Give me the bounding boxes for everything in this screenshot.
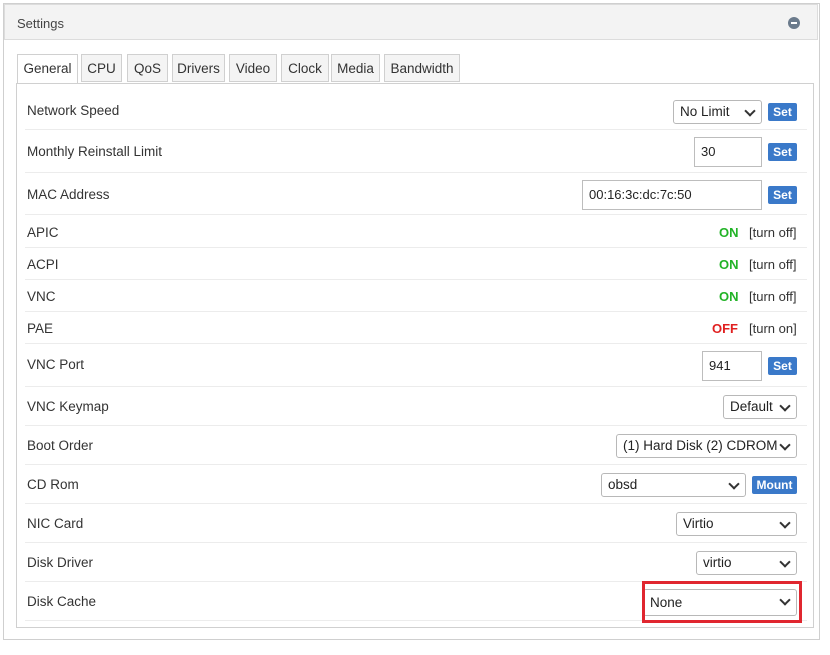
row-vnc: VNC ON [turn off] [25, 280, 807, 312]
pae-label: PAE [27, 321, 54, 336]
vnc-keymap-label: VNC Keymap [27, 399, 109, 414]
row-mac-address: MAC Address 00:16:3c:dc:7c:50 Set [25, 173, 807, 215]
chevron-down-icon [779, 594, 791, 606]
boot-order-select[interactable]: (1) Hard Disk (2) CDROM [616, 434, 797, 458]
chevron-down-icon [779, 400, 791, 412]
disk-cache-select[interactable]: None [643, 589, 797, 616]
cd-rom-value: obsd [608, 477, 638, 492]
pae-toggle-link[interactable]: [turn on] [749, 321, 797, 336]
vnc-toggle-link[interactable]: [turn off] [749, 289, 796, 304]
row-vnc-keymap: VNC Keymap Default [25, 387, 807, 426]
vnc-label: VNC [27, 289, 56, 304]
reinstall-limit-label: Monthly Reinstall Limit [27, 144, 163, 159]
chevron-down-icon [779, 517, 791, 529]
settings-content: Network Speed No Limit Set Monthly Reins… [16, 83, 814, 628]
network-speed-value: No Limit [680, 104, 730, 119]
acpi-toggle-link[interactable]: [turn off] [749, 257, 796, 272]
network-speed-select[interactable]: No Limit [673, 100, 762, 124]
boot-order-value: (1) Hard Disk (2) CDROM [623, 438, 778, 453]
row-cd-rom: CD Rom obsd Mount [25, 465, 807, 504]
disk-driver-value: virtio [703, 555, 732, 570]
disk-cache-label: Disk Cache [27, 594, 97, 609]
row-disk-cache: Disk Cache None [25, 582, 807, 621]
boot-order-label: Boot Order [27, 438, 94, 453]
tab-cpu[interactable]: CPU [81, 54, 122, 82]
apic-toggle-link[interactable]: [turn off] [749, 225, 796, 240]
vnc-port-set-button[interactable]: Set [768, 357, 797, 375]
chevron-down-icon [779, 556, 791, 568]
apic-label: APIC [27, 225, 59, 240]
row-acpi: ACPI ON [turn off] [25, 248, 807, 280]
acpi-label: ACPI [27, 257, 59, 272]
apic-status: ON [719, 225, 739, 240]
panel-title: Settings [17, 16, 64, 31]
row-apic: APIC ON [turn off] [25, 215, 807, 248]
vnc-keymap-value: Default [730, 399, 773, 414]
tab-clock[interactable]: Clock [281, 54, 329, 82]
mac-address-set-button[interactable]: Set [768, 186, 797, 204]
cd-rom-mount-button[interactable]: Mount [752, 476, 797, 494]
mac-address-label: MAC Address [27, 187, 110, 202]
cd-rom-label: CD Rom [27, 477, 79, 492]
tab-general[interactable]: General [17, 54, 78, 84]
disk-cache-value: None [650, 595, 683, 610]
tab-drivers[interactable]: Drivers [172, 54, 225, 82]
reinstall-limit-set-button[interactable]: Set [768, 143, 797, 161]
tab-bandwidth[interactable]: Bandwidth [384, 54, 460, 82]
chevron-down-icon [744, 105, 756, 117]
pae-status: OFF [712, 321, 738, 336]
nic-card-select[interactable]: Virtio [676, 512, 797, 536]
tab-qos[interactable]: QoS [127, 54, 168, 82]
vnc-status: ON [719, 289, 739, 304]
network-speed-label: Network Speed [27, 103, 120, 118]
row-disk-driver: Disk Driver virtio [25, 543, 807, 582]
row-boot-order: Boot Order (1) Hard Disk (2) CDROM [25, 426, 807, 465]
disk-driver-select[interactable]: virtio [696, 551, 797, 575]
network-speed-set-button[interactable]: Set [768, 103, 797, 121]
chevron-down-icon [728, 478, 740, 490]
tab-media[interactable]: Media [331, 54, 380, 82]
vnc-keymap-select[interactable]: Default [723, 395, 797, 419]
reinstall-limit-input[interactable]: 30 [694, 137, 762, 167]
nic-card-value: Virtio [683, 516, 714, 531]
row-vnc-port: VNC Port 941 Set [25, 344, 807, 387]
mac-address-input[interactable]: 00:16:3c:dc:7c:50 [582, 180, 762, 210]
row-nic-card: NIC Card Virtio [25, 504, 807, 543]
vnc-port-input[interactable]: 941 [702, 351, 762, 381]
chevron-down-icon [779, 439, 791, 451]
row-pae: PAE OFF [turn on] [25, 312, 807, 344]
nic-card-label: NIC Card [27, 516, 84, 531]
row-reinstall-limit: Monthly Reinstall Limit 30 Set [25, 130, 807, 173]
panel-header: Settings [4, 4, 818, 40]
collapse-icon[interactable] [788, 17, 800, 29]
cd-rom-select[interactable]: obsd [601, 473, 746, 497]
disk-driver-label: Disk Driver [27, 555, 93, 570]
row-network-speed: Network Speed No Limit Set [25, 92, 807, 130]
vnc-port-label: VNC Port [27, 357, 85, 372]
tab-video[interactable]: Video [229, 54, 277, 82]
acpi-status: ON [719, 257, 739, 272]
